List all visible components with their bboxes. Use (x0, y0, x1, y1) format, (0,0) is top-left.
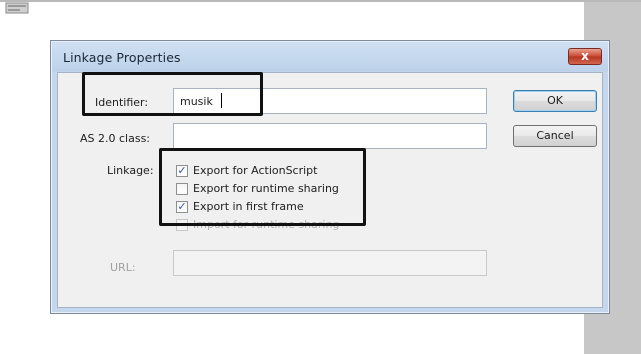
text-caret (221, 93, 222, 108)
url-label: URL: (110, 261, 136, 274)
linkage-label: Linkage: (107, 164, 154, 177)
url-input (173, 250, 487, 276)
close-button[interactable]: x (568, 48, 602, 65)
application-icon (5, 2, 29, 14)
top-border-line (0, 0, 641, 2)
checkbox-label: Export in first frame (193, 200, 304, 213)
title-bar[interactable]: Linkage Properties x (51, 41, 609, 73)
checkbox-label: Export for runtime sharing (193, 182, 339, 195)
checkbox-checked-icon[interactable]: ✓ (176, 201, 188, 213)
dialog-body: Identifier: AS 2.0 class: OK Cancel Link… (57, 72, 603, 308)
checkbox-label: Import for runtime sharing (193, 218, 340, 231)
ok-button[interactable]: OK (513, 90, 597, 112)
close-icon: x (581, 49, 589, 63)
dialog-title: Linkage Properties (63, 50, 181, 65)
linkage-properties-dialog: Linkage Properties x Identifier: AS 2.0 … (50, 40, 610, 314)
as2-class-label: AS 2.0 class: (80, 132, 151, 145)
checkbox-unchecked-icon[interactable] (176, 183, 188, 195)
cancel-button[interactable]: Cancel (513, 125, 597, 147)
checkbox-disabled-icon (176, 219, 188, 231)
identifier-label: Identifier: (95, 96, 149, 109)
checkbox-checked-icon[interactable]: ✓ (176, 165, 188, 177)
checkbox-label: Export for ActionScript (193, 164, 318, 177)
as2-class-input[interactable] (173, 123, 487, 149)
